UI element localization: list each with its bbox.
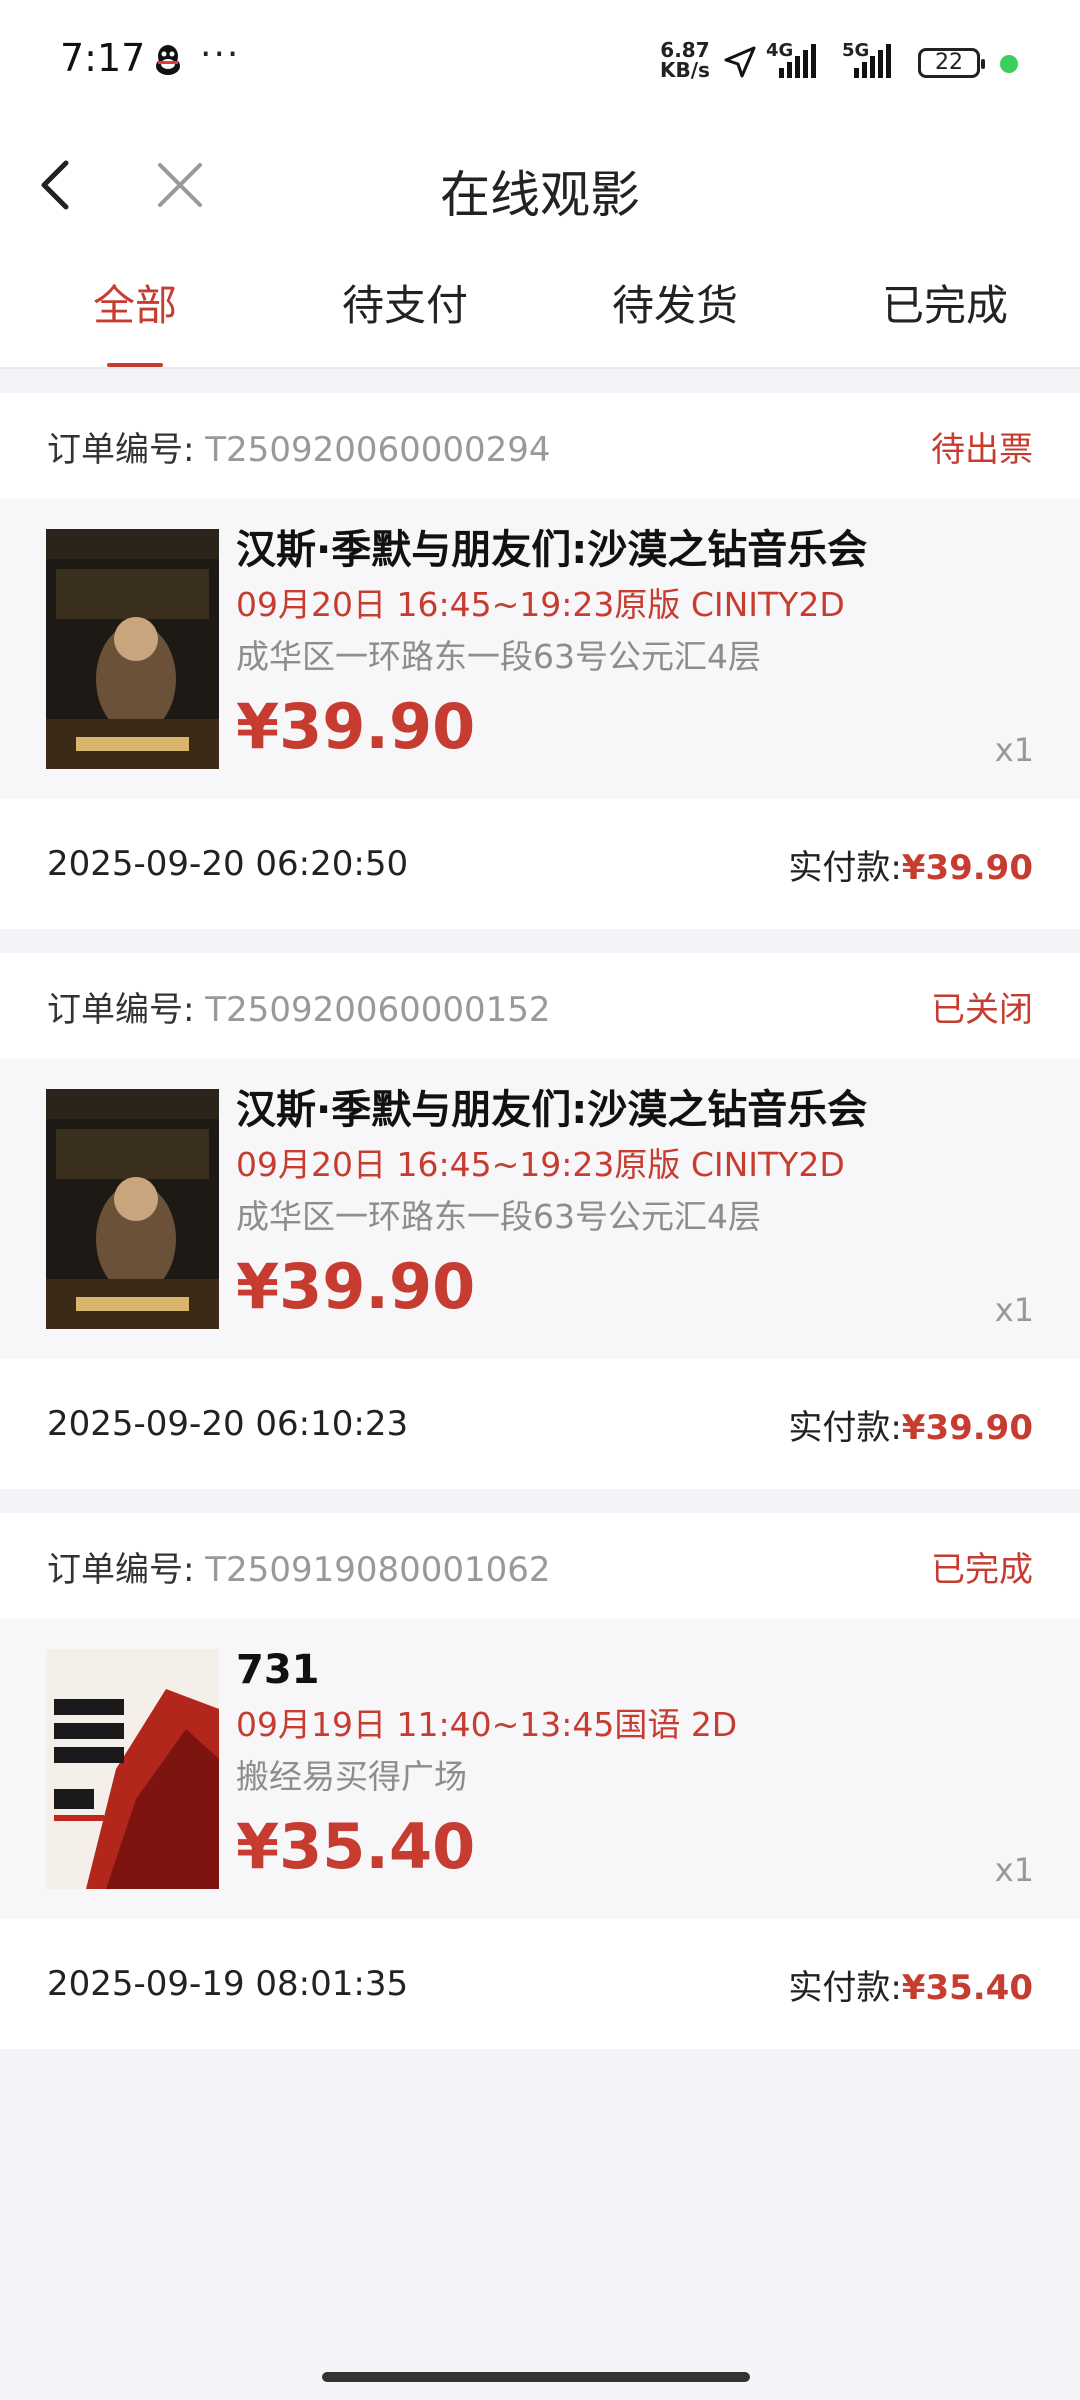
order-header: 订单编号: T250919080001062 已完成 [0, 1513, 1080, 1619]
paid-amount-group: 实付款:¥39.90 [788, 840, 1033, 889]
more-icon: ··· [200, 34, 241, 75]
item-price: ¥35.40 [236, 1810, 476, 1883]
paid-label: 实付款: [788, 1407, 902, 1448]
order-number: T250920060000294 [205, 429, 551, 470]
home-indicator[interactable] [322, 2372, 750, 2382]
signal-5g-icon [854, 44, 891, 78]
order-item[interactable]: 731 09月19日 11:40~13:45国语 2D 搬经易买得广场 ¥35.… [0, 1619, 1080, 1919]
order-card[interactable]: 订单编号: T250919080001062 已完成 731 09月19日 11… [0, 1513, 1080, 2049]
movie-poster [46, 1089, 219, 1329]
cinema-address: 搬经易买得广场 [236, 1757, 467, 1796]
item-quantity: x1 [994, 1291, 1034, 1329]
order-header: 订单编号: T250920060000294 待出票 [0, 393, 1080, 499]
tab-all[interactable]: 全部 [0, 245, 270, 367]
order-number-group: 订单编号: T250920060000294 [47, 422, 551, 471]
order-footer: 2025-09-20 06:20:50 实付款:¥39.90 [0, 799, 1080, 929]
qq-icon [156, 45, 180, 75]
order-number: T250920060000152 [205, 989, 551, 1030]
paid-amount: ¥39.90 [901, 847, 1033, 888]
speed-unit: KB/s [660, 58, 710, 82]
item-quantity: x1 [994, 1851, 1034, 1889]
order-footer: 2025-09-20 06:10:23 实付款:¥39.90 [0, 1359, 1080, 1489]
paid-amount-group: 实付款:¥39.90 [788, 1400, 1033, 1449]
order-header: 订单编号: T250920060000152 已关闭 [0, 953, 1080, 1059]
order-card[interactable]: 订单编号: T250920060000152 已关闭 汉斯·季默与朋友们:沙漠之… [0, 953, 1080, 1489]
cinema-address: 成华区一环路东一段63号公元汇4层 [236, 637, 761, 676]
order-info: 731 09月19日 11:40~13:45国语 2D 搬经易买得广场 ¥35.… [236, 1645, 1034, 1887]
order-time: 2025-09-20 06:20:50 [47, 844, 409, 884]
order-status: 已关闭 [931, 989, 1033, 1030]
location-icon [724, 46, 756, 78]
movie-title: 汉斯·季默与朋友们:沙漠之钻音乐会 [236, 527, 868, 573]
showtime: 09月20日 16:45~19:23原版 CINITY2D [236, 1145, 845, 1184]
movie-title: 汉斯·季默与朋友们:沙漠之钻音乐会 [236, 1087, 868, 1133]
order-list: 订单编号: T250920060000294 待出票 汉斯·季默与朋友们:沙漠之… [0, 369, 1080, 2049]
status-time: 7:17 [60, 36, 146, 80]
movie-poster [46, 1649, 219, 1889]
signal-4g-icon [779, 44, 816, 78]
item-quantity: x1 [994, 731, 1034, 769]
order-number-group: 订单编号: T250919080001062 [47, 1542, 551, 1591]
item-price: ¥39.90 [236, 1250, 476, 1323]
order-number: T250919080001062 [205, 1549, 551, 1590]
order-item[interactable]: 汉斯·季默与朋友们:沙漠之钻音乐会 09月20日 16:45~19:23原版 C… [0, 499, 1080, 799]
net-speed: 6.87 KB/s [660, 40, 710, 80]
order-number-label: 订单编号: [47, 989, 195, 1030]
battery-icon: 22 [918, 48, 985, 78]
privacy-dot-icon [1000, 55, 1018, 73]
order-status: 已完成 [931, 1549, 1033, 1590]
paid-amount-group: 实付款:¥35.40 [788, 1960, 1033, 2009]
order-item[interactable]: 汉斯·季默与朋友们:沙漠之钻音乐会 09月20日 16:45~19:23原版 C… [0, 1059, 1080, 1359]
tab-pending-payment[interactable]: 待支付 [270, 245, 540, 367]
tab-completed[interactable]: 已完成 [810, 245, 1080, 367]
order-number-group: 订单编号: T250920060000152 [47, 982, 551, 1031]
order-card[interactable]: 订单编号: T250920060000294 待出票 汉斯·季默与朋友们:沙漠之… [0, 393, 1080, 929]
movie-poster [46, 529, 219, 769]
order-tabs: 全部 待支付 待发货 已完成 [0, 245, 1080, 369]
order-status: 待出票 [931, 429, 1033, 470]
movie-title: 731 [236, 1647, 320, 1693]
speed-value: 6.87 [660, 38, 710, 62]
order-info: 汉斯·季默与朋友们:沙漠之钻音乐会 09月20日 16:45~19:23原版 C… [236, 525, 1034, 767]
order-footer: 2025-09-19 08:01:35 实付款:¥35.40 [0, 1919, 1080, 2049]
showtime: 09月20日 16:45~19:23原版 CINITY2D [236, 585, 845, 624]
tab-pending-shipment[interactable]: 待发货 [540, 245, 810, 367]
order-time: 2025-09-20 06:10:23 [47, 1404, 409, 1444]
paid-label: 实付款: [788, 847, 902, 888]
order-number-label: 订单编号: [47, 1549, 195, 1590]
paid-amount: ¥35.40 [901, 1967, 1033, 2008]
order-time: 2025-09-19 08:01:35 [47, 1964, 409, 2004]
showtime: 09月19日 11:40~13:45国语 2D [236, 1705, 738, 1744]
order-number-label: 订单编号: [47, 429, 195, 470]
status-bar: 7:17 ··· 6.87 KB/s 4G 5G 22 [0, 0, 1080, 125]
page-title: 在线观影 [440, 166, 640, 224]
paid-amount: ¥39.90 [901, 1407, 1033, 1448]
cinema-address: 成华区一环路东一段63号公元汇4层 [236, 1197, 761, 1236]
item-price: ¥39.90 [236, 690, 476, 763]
order-info: 汉斯·季默与朋友们:沙漠之钻音乐会 09月20日 16:45~19:23原版 C… [236, 1085, 1034, 1327]
nav-bar: 在线观影 [0, 125, 1080, 245]
paid-label: 实付款: [788, 1967, 902, 2008]
